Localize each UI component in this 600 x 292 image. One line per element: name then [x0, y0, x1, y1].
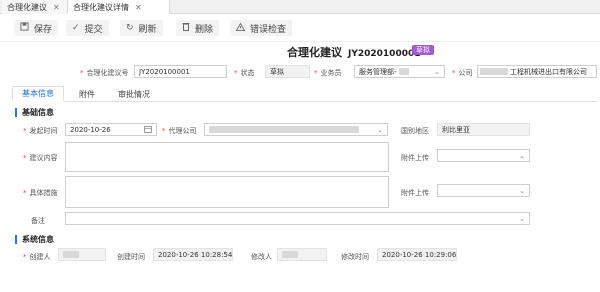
save-icon — [20, 22, 29, 34]
chevron-down-icon: ⌄ — [434, 68, 440, 76]
suggestion-no-value: JY2020100001 — [139, 67, 190, 76]
agent-company-label: 代理公司 — [162, 126, 197, 136]
page-title: 合理化建议 JY2020100001 — [287, 44, 421, 60]
content-tabs: 基本信息 附件 审批情况 — [12, 86, 597, 102]
tab-suggestion-list[interactable]: 合理化建议 ✕ — [2, 0, 68, 14]
tab-approval-label: 审批情况 — [118, 89, 150, 99]
modifier-label: 修改人 — [251, 253, 272, 261]
created-time-label: 创建时间 — [117, 253, 145, 261]
tab-attachments[interactable]: 附件 — [70, 86, 104, 102]
save-button[interactable]: 保存 — [14, 20, 59, 36]
warning-icon — [235, 22, 246, 34]
page-title-text: 合理化建议 — [287, 46, 342, 59]
agent-company-select[interactable]: ⌄ — [204, 123, 388, 136]
clerk-value: 服务管理部- — [359, 67, 397, 76]
section-system-info: 系统信息 — [15, 235, 54, 244]
status-label-text: 状态 — [240, 69, 255, 77]
chevron-down-icon: ⌄ — [519, 215, 525, 223]
measures-label: 具体措施 — [23, 188, 58, 198]
attachment-upload-1[interactable]: ⌄ — [437, 149, 530, 162]
chevron-down-icon: ⌄ — [519, 187, 525, 195]
tab-attachments-label: 附件 — [79, 89, 95, 99]
redacted-block — [398, 68, 409, 75]
delete-label: 删除 — [195, 24, 214, 35]
window-tab-strip: 合理化建议 ✕ 合理化建议详情 ✕ — [0, 0, 600, 14]
status-field: 草拟 — [265, 65, 310, 78]
start-time-label-text: 发起时间 — [29, 127, 58, 135]
submit-button[interactable]: ✓ 提交 — [66, 20, 109, 36]
clerk-select[interactable]: 服务管理部- ⌄ — [354, 65, 445, 78]
close-icon[interactable]: ✕ — [53, 3, 60, 12]
tab-basic-info[interactable]: 基本信息 — [12, 86, 64, 102]
measures-textarea[interactable] — [65, 176, 389, 208]
chevron-down-icon: ⌄ — [377, 126, 383, 134]
chevron-down-icon: ⌄ — [519, 152, 525, 160]
refresh-button[interactable]: ↻ 刷新 — [120, 20, 163, 36]
calendar-icon[interactable] — [144, 125, 152, 135]
content-textarea[interactable] — [65, 142, 389, 172]
clerk-label: 业务员 — [314, 68, 342, 78]
close-icon[interactable]: ✕ — [135, 3, 142, 12]
check-icon: ✓ — [72, 23, 80, 33]
suggestion-no-label: 合理化建议号 — [80, 68, 129, 78]
creator-field — [58, 248, 106, 261]
region-value: 利比里亚 — [442, 125, 470, 134]
suggestion-no-label-text: 合理化建议号 — [86, 69, 129, 77]
start-time-label: 发起时间 — [23, 126, 58, 136]
clerk-label-text: 业务员 — [320, 69, 342, 77]
remark-field[interactable]: ⌄ — [65, 212, 530, 225]
content-label: 建议内容 — [23, 153, 58, 163]
measures-label-text: 具体措施 — [29, 189, 58, 197]
refresh-icon: ↻ — [126, 23, 134, 33]
attachment-upload-label-2: 附件上传 — [401, 189, 429, 197]
creator-label-text: 创建人 — [29, 253, 51, 261]
tab-basic-info-label: 基本信息 — [22, 89, 54, 98]
section-basic-info: 基础信息 — [15, 108, 54, 117]
status-label: 状态 — [234, 68, 255, 78]
creator-label: 创建人 — [23, 252, 51, 262]
company-value: 工程机械进出口有限公司 — [510, 67, 587, 76]
toolbar: 保存 ✓ 提交 ↻ 刷新 删除 错误检查 — [0, 14, 600, 42]
error-check-label: 错误检查 — [250, 24, 287, 35]
submit-label: 提交 — [84, 24, 103, 35]
content-label-text: 建议内容 — [29, 154, 58, 162]
status-badge: 草拟 — [412, 45, 434, 55]
remark-label: 备注 — [31, 217, 45, 225]
attachment-upload-label-1: 附件上传 — [401, 154, 429, 162]
redacted-block — [282, 251, 298, 258]
delete-button[interactable]: 删除 — [176, 20, 220, 36]
company-label: 公司 — [452, 68, 473, 78]
attachment-upload-2[interactable]: ⌄ — [437, 184, 530, 197]
error-check-button[interactable]: 错误检查 — [230, 20, 293, 36]
trash-icon — [182, 22, 190, 34]
page-title-code: JY2020100001 — [348, 49, 421, 59]
region-field: 利比里亚 — [437, 123, 530, 136]
company-label-text: 公司 — [458, 69, 473, 77]
tab-label: 合理化建议详情 — [73, 2, 129, 12]
redacted-block — [63, 251, 79, 258]
status-value: 草拟 — [270, 67, 284, 76]
redacted-block — [209, 126, 359, 133]
modified-time-field: 2020-10-26 10:29:06 — [377, 248, 457, 261]
refresh-label: 刷新 — [138, 24, 157, 35]
start-time-field[interactable]: 2020-10-26 — [65, 123, 157, 136]
region-label: 国别地区 — [401, 127, 429, 135]
tab-approval[interactable]: 审批情况 — [110, 86, 158, 102]
agent-company-label-text: 代理公司 — [168, 127, 197, 135]
modified-time-value: 2020-10-26 10:29:06 — [382, 250, 457, 259]
modified-time-label: 修改时间 — [341, 253, 369, 261]
suggestion-no-field[interactable]: JY2020100001 — [134, 65, 227, 78]
save-label: 保存 — [34, 24, 53, 35]
company-field[interactable]: 工程机械进出口有限公司 — [477, 65, 597, 78]
modifier-field — [277, 248, 327, 261]
start-time-value: 2020-10-26 — [70, 125, 111, 134]
tab-label: 合理化建议 — [7, 2, 47, 12]
created-time-field: 2020-10-26 10:28:54 — [153, 248, 233, 261]
created-time-value: 2020-10-26 10:28:54 — [158, 250, 233, 259]
tab-suggestion-detail[interactable]: 合理化建议详情 ✕ — [68, 0, 170, 14]
redacted-block — [480, 68, 508, 75]
